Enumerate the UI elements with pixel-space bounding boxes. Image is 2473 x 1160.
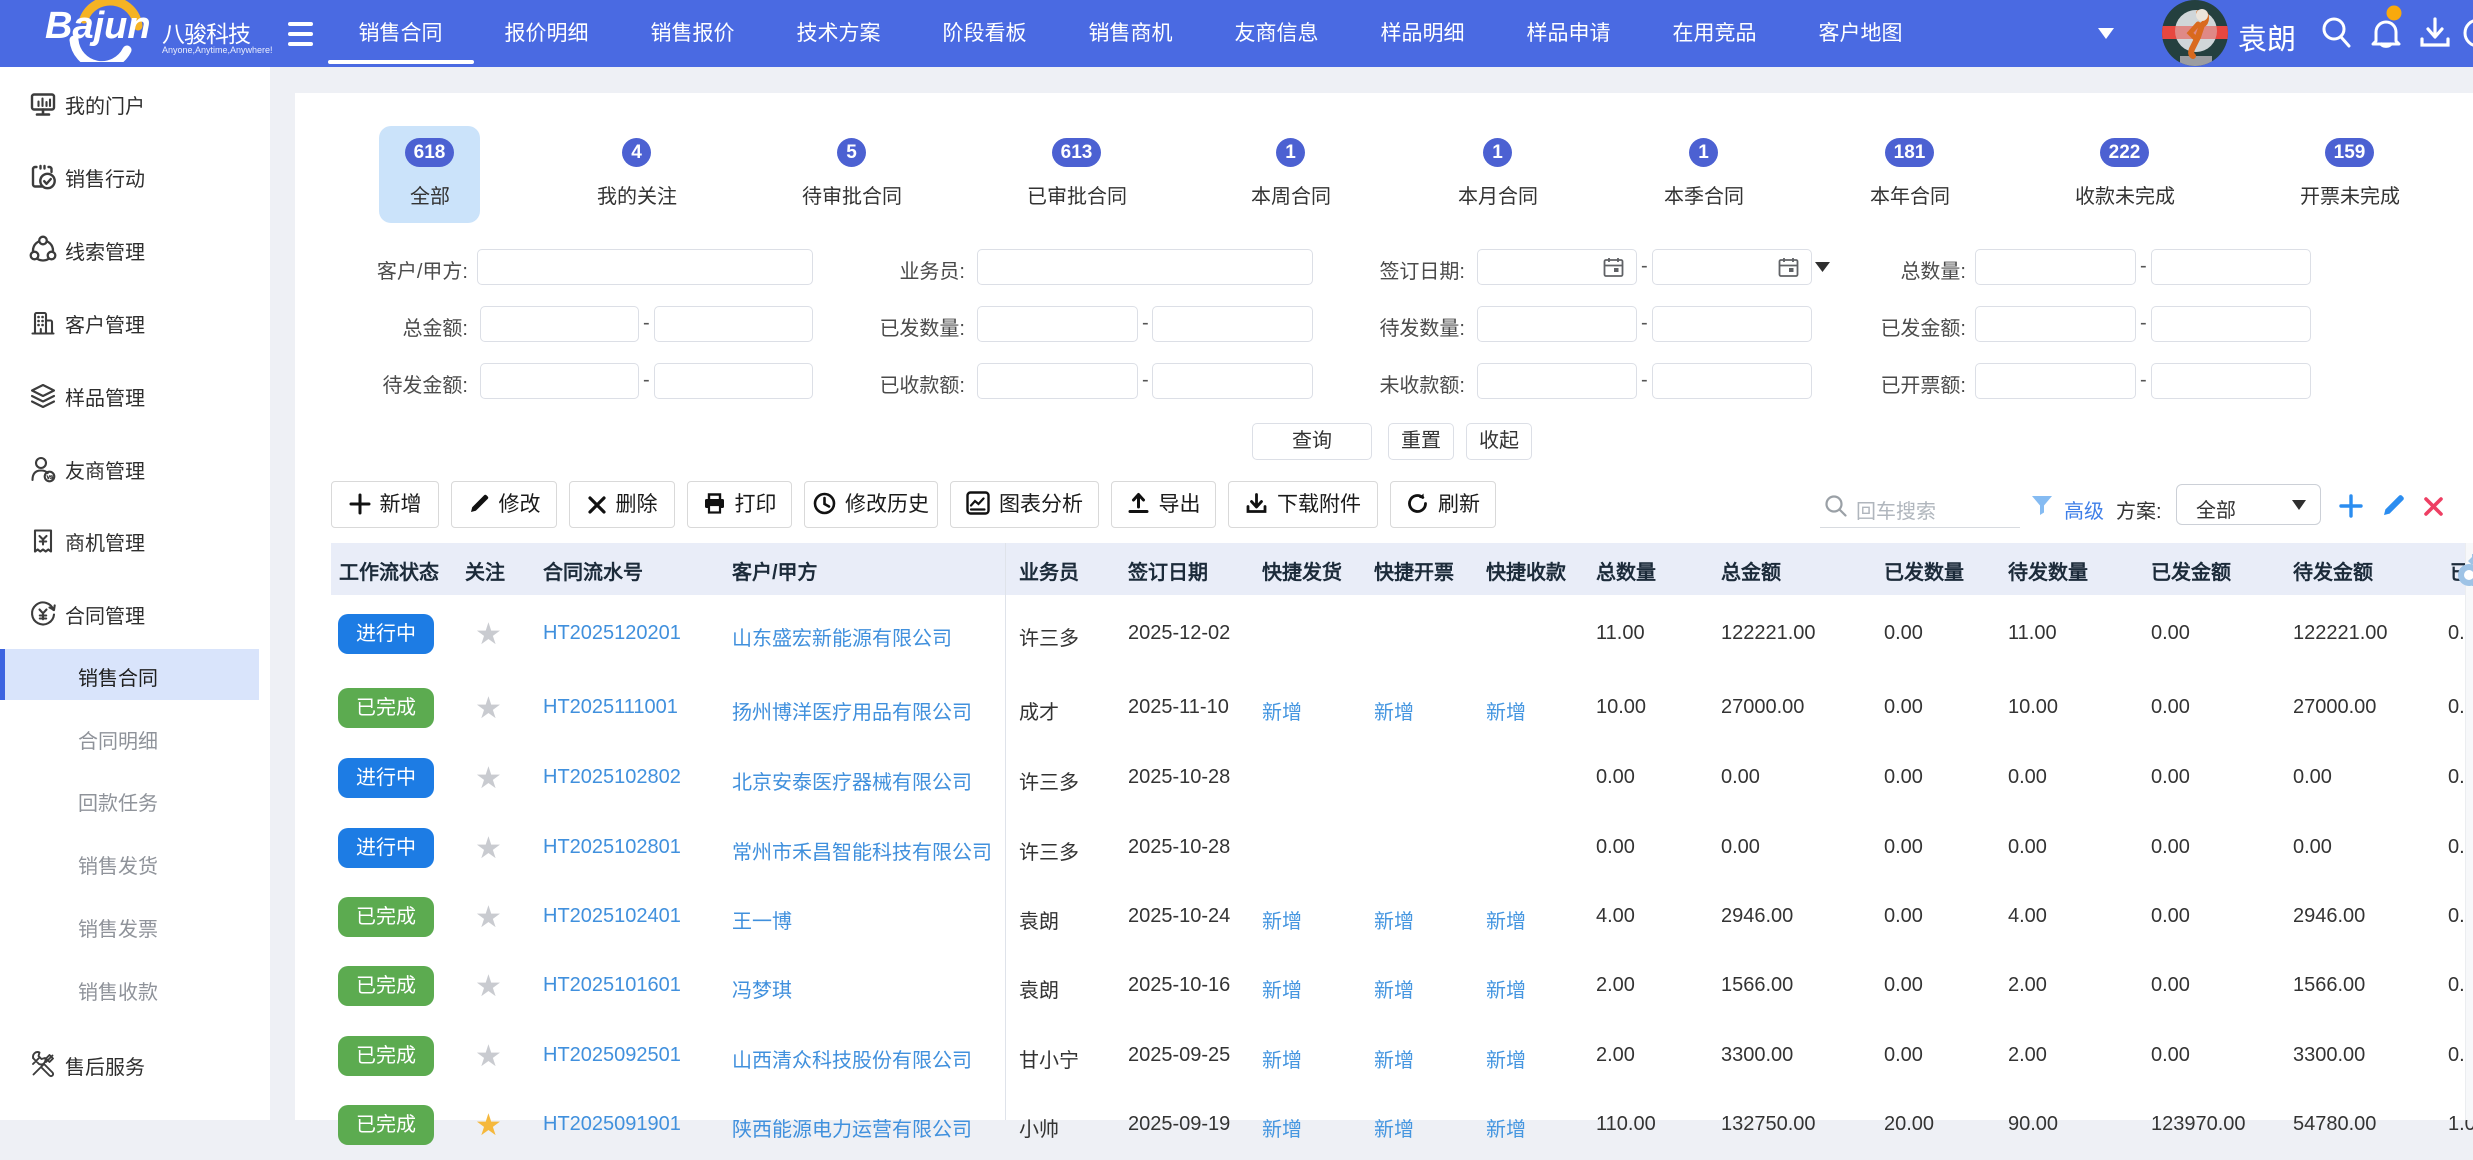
svg-text:vs: vs [47, 474, 54, 481]
